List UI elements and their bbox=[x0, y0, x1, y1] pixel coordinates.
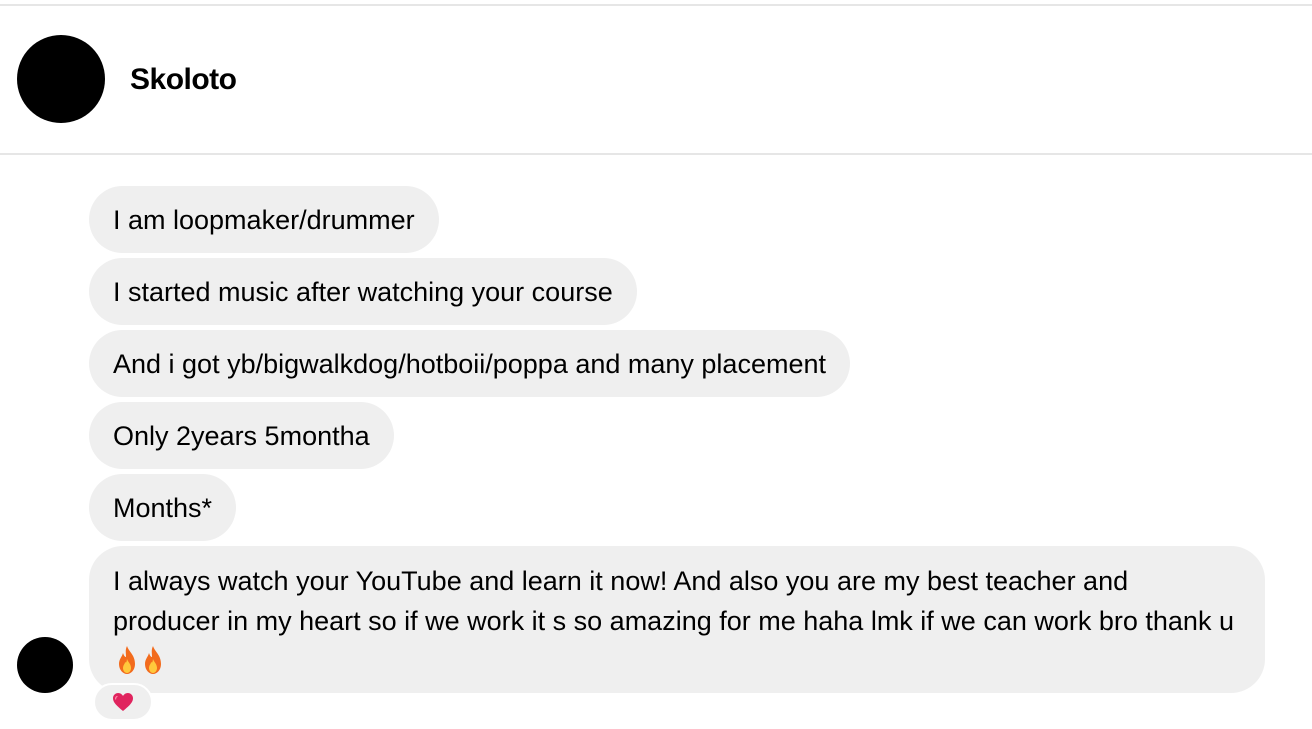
contact-name[interactable]: Skoloto bbox=[130, 62, 237, 98]
fire-emoji bbox=[145, 646, 161, 674]
red-heart-emoji bbox=[113, 693, 133, 711]
message-text: Only 2years 5montha bbox=[113, 420, 370, 451]
header-divider bbox=[0, 153, 1312, 155]
conversation-header: Skoloto bbox=[0, 6, 1312, 154]
message-text: I always watch your YouTube and learn it… bbox=[113, 566, 1234, 636]
message-bubble[interactable]: And i got yb/bigwalkdog/hotboii/poppa an… bbox=[89, 330, 850, 397]
message-text: Months* bbox=[113, 492, 213, 523]
sender-avatar[interactable] bbox=[17, 637, 73, 693]
message-bubble[interactable]: Only 2years 5montha bbox=[89, 402, 394, 469]
message-text: I started music after watching your cour… bbox=[113, 276, 613, 307]
message-bubble[interactable]: Months* bbox=[89, 474, 237, 541]
message-reaction[interactable] bbox=[93, 683, 153, 721]
fire-emoji bbox=[119, 646, 135, 674]
message-bubble[interactable]: I am loopmaker/drummer bbox=[89, 186, 439, 253]
message-text: I am loopmaker/drummer bbox=[113, 204, 415, 235]
message-bubble[interactable]: I started music after watching your cour… bbox=[89, 258, 637, 325]
message-text: And i got yb/bigwalkdog/hotboii/poppa an… bbox=[113, 348, 826, 379]
message-bubble[interactable]: I always watch your YouTube and learn it… bbox=[89, 546, 1265, 693]
contact-avatar[interactable] bbox=[17, 35, 105, 123]
